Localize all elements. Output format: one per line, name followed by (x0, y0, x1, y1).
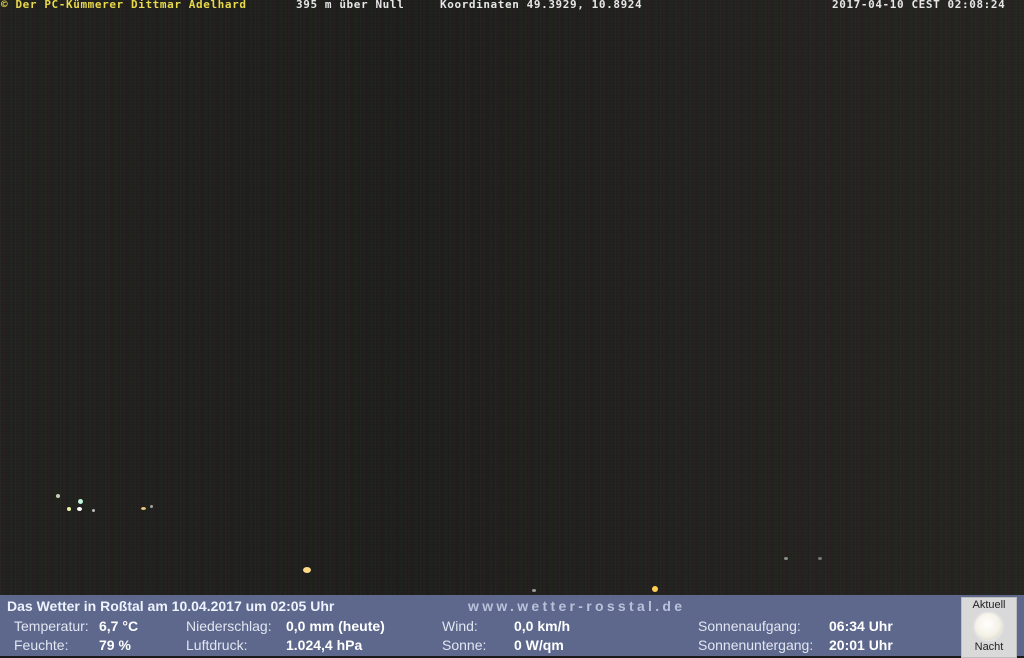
weather-title: Das Wetter in Roßtal am 10.04.2017 um 02… (7, 598, 335, 614)
night-light (652, 586, 658, 592)
sun-value: 0 W/qm (514, 637, 564, 653)
pressure-label: Luftdruck: (186, 637, 248, 653)
altitude-text: 395 m über Null (296, 0, 405, 11)
humidity-label: Feuchte: (14, 637, 69, 653)
wind-value: 0,0 km/h (514, 618, 571, 634)
precipitation-label: Niederschlag: (186, 618, 272, 634)
moon-box-bottom-label: Nacht (974, 641, 1004, 653)
night-light (303, 567, 311, 573)
sunrise-label: Sonnenaufgang: (698, 618, 801, 634)
sunset-value: 20:01 Uhr (829, 637, 893, 653)
moon-icon (975, 613, 1002, 640)
sunset-label: Sonnenuntergang: (698, 637, 814, 653)
weather-info-bar: Das Wetter in Roßtal am 10.04.2017 um 02… (0, 595, 1024, 656)
credit-text: © Der PC-Kümmerer Dittmar Adelhard (1, 0, 247, 11)
timestamp-text: 2017-04-10 CEST 02:08:24 (832, 0, 1006, 11)
webcam-image: © Der PC-Kümmerer Dittmar Adelhard 395 m… (0, 0, 1024, 595)
night-light (77, 507, 82, 511)
night-light (56, 494, 60, 498)
night-light (141, 507, 146, 510)
night-light (92, 509, 95, 512)
sunrise-value: 06:34 Uhr (829, 618, 893, 634)
night-light (818, 557, 822, 560)
moon-phase-box: Aktuell Nacht (961, 597, 1017, 658)
moon-box-top-label: Aktuell (972, 599, 1006, 611)
night-light (78, 499, 83, 504)
pressure-value: 1.024,4 hPa (286, 637, 363, 653)
temperature-value: 6,7 °C (99, 618, 139, 634)
night-light (784, 557, 788, 560)
night-light (150, 505, 153, 508)
website-link[interactable]: www.wetter-rosstal.de (468, 598, 685, 614)
precipitation-value: 0,0 mm (heute) (286, 618, 385, 634)
humidity-value: 79 % (99, 637, 131, 653)
temperature-label: Temperatur: (14, 618, 89, 634)
coordinates-text: Koordinaten 49.3929, 10.8924 (440, 0, 643, 11)
sun-label: Sonne: (442, 637, 487, 653)
wind-label: Wind: (442, 618, 478, 634)
night-light (532, 589, 536, 592)
night-light (67, 507, 71, 511)
